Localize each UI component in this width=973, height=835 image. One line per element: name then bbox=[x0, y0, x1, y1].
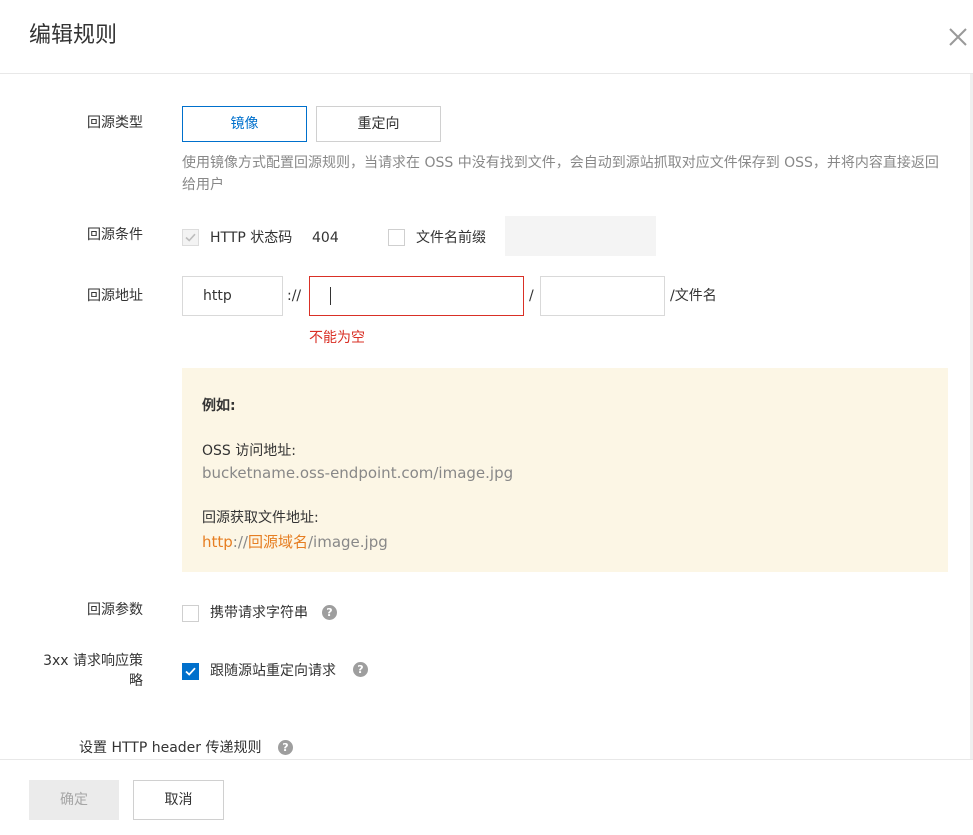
origin-type-hint: 使用镜像方式配置回源规则，当请求在 OSS 中没有找到文件，会自动到源站抓取对应… bbox=[182, 155, 939, 193]
redirect-policy-label-line1: 3xx 请求响应策 bbox=[43, 653, 143, 669]
confirm-button[interactable]: 确定 bbox=[29, 780, 119, 820]
origin-fetch-domain: 回源域名 bbox=[247, 533, 308, 551]
cancel-button[interactable]: 取消 bbox=[133, 780, 224, 820]
protocol-separator: :// bbox=[287, 288, 302, 304]
origin-condition-label: 回源条件 bbox=[87, 227, 143, 243]
oss-address-value: bucketname.oss-endpoint.com/image.jpg bbox=[202, 464, 514, 482]
http-status-label: HTTP 状态码 bbox=[210, 230, 293, 246]
oss-address-label: OSS 访问地址: bbox=[202, 443, 296, 459]
example-box: 例如: OSS 访问地址: bucketname.oss-endpoint.co… bbox=[182, 368, 948, 572]
origin-path-input[interactable] bbox=[540, 276, 665, 316]
file-prefix-checkbox[interactable] bbox=[388, 229, 405, 246]
example-title: 例如: bbox=[202, 398, 236, 414]
query-string-help-icon[interactable]: ? bbox=[322, 605, 337, 620]
follow-redirect-help-icon[interactable]: ? bbox=[353, 662, 368, 677]
origin-address-label: 回源地址 bbox=[87, 288, 143, 304]
origin-fetch-protocol: http bbox=[202, 533, 233, 551]
origin-params-label: 回源参数 bbox=[87, 602, 143, 618]
origin-fetch-sep: :// bbox=[232, 533, 248, 551]
mirror-option-button[interactable]: 镜像 bbox=[182, 106, 307, 142]
redirect-option-button[interactable]: 重定向 bbox=[316, 106, 441, 142]
header-rule-label: 设置 HTTP header 传递规则 bbox=[79, 740, 262, 756]
protocol-select[interactable]: http bbox=[182, 276, 283, 316]
origin-fetch-label: 回源获取文件地址: bbox=[202, 510, 319, 526]
origin-fetch-path: /image.jpg bbox=[307, 533, 388, 551]
check-icon bbox=[185, 667, 196, 676]
header-divider bbox=[0, 73, 973, 74]
filename-suffix: /文件名 bbox=[670, 288, 717, 304]
origin-type-label: 回源类型 bbox=[87, 115, 143, 131]
origin-domain-input[interactable] bbox=[309, 276, 524, 316]
path-separator: / bbox=[529, 288, 534, 304]
file-prefix-label: 文件名前缀 bbox=[416, 230, 486, 246]
file-prefix-input[interactable] bbox=[505, 216, 656, 256]
query-string-checkbox[interactable] bbox=[182, 605, 199, 622]
footer-divider bbox=[0, 759, 973, 760]
query-string-label: 携带请求字符串 bbox=[210, 605, 308, 621]
redirect-policy-label-line2: 略 bbox=[129, 673, 143, 689]
follow-redirect-label: 跟随源站重定向请求 bbox=[210, 663, 336, 679]
header-rule-help-icon[interactable]: ? bbox=[278, 740, 293, 755]
http-status-value: 404 bbox=[312, 230, 339, 246]
origin-fetch-value: http://回源域名/image.jpg bbox=[202, 531, 388, 552]
follow-redirect-checkbox[interactable] bbox=[182, 663, 199, 680]
redirect-policy-label: 3xx 请求响应策 略 bbox=[20, 651, 143, 691]
dialog-title: 编辑规则 bbox=[29, 23, 118, 48]
domain-error-message: 不能为空 bbox=[309, 330, 365, 346]
text-caret bbox=[330, 287, 331, 305]
check-icon bbox=[185, 233, 196, 242]
close-icon[interactable] bbox=[945, 24, 971, 50]
http-status-checkbox[interactable] bbox=[182, 229, 199, 246]
